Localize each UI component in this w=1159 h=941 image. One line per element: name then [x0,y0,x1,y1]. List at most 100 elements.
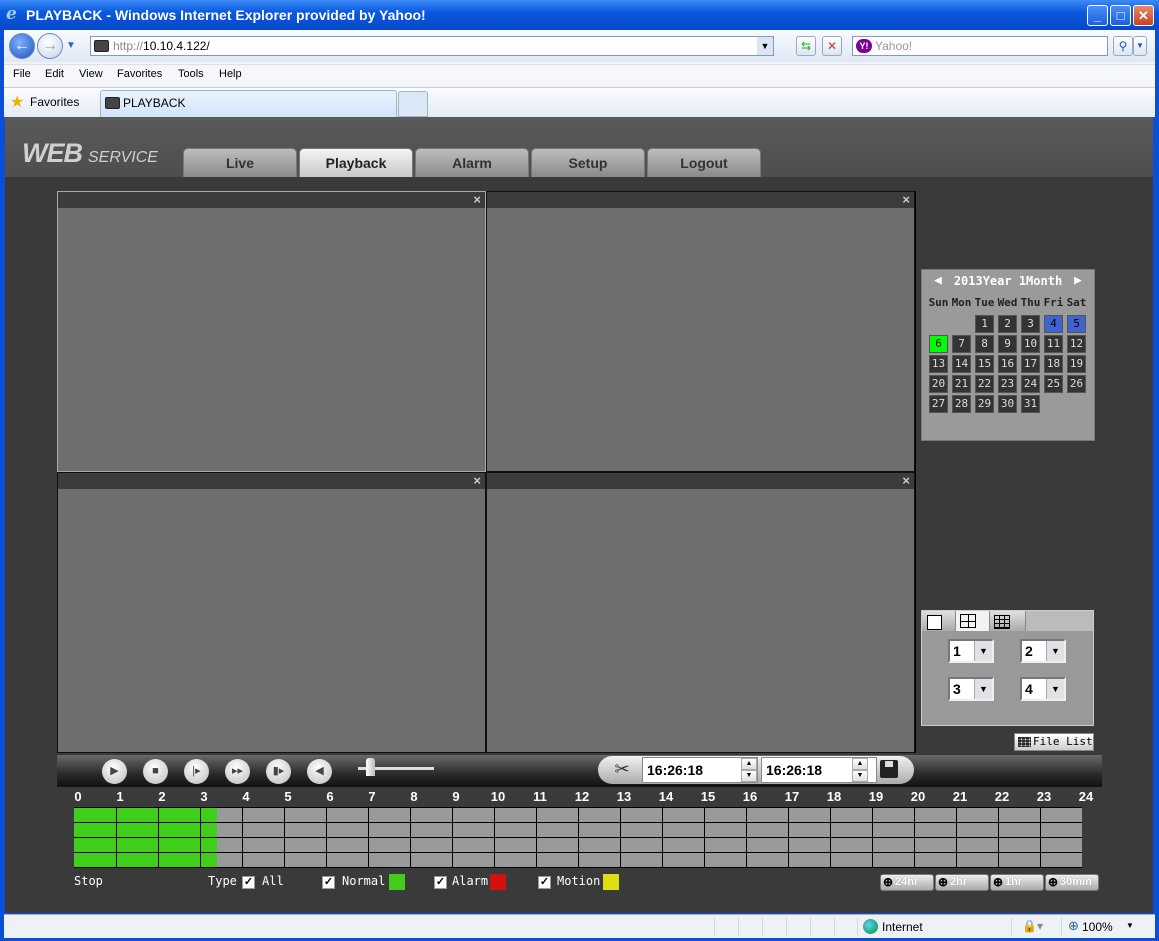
next-month-button[interactable]: ▶ [1074,273,1082,288]
recording-segment[interactable] [74,853,217,867]
volume-slider-handle[interactable] [366,758,375,776]
calendar-day-17[interactable]: 17 [1021,355,1040,373]
calendar-day-16[interactable]: 16 [998,355,1017,373]
filter-alarm-checkbox[interactable]: ✓ [434,876,447,889]
recording-segment[interactable] [74,808,217,822]
filter-all-checkbox[interactable]: ✓ [242,876,255,889]
search-button[interactable]: ⚲ [1113,36,1133,56]
menu-help[interactable]: Help [219,68,242,80]
close-icon[interactable]: × [902,192,910,208]
channel-select-2[interactable]: 2 ▼ [1020,639,1066,663]
timeline-grid[interactable] [74,807,1082,868]
calendar-day-15[interactable]: 15 [975,355,994,373]
calendar-day-18[interactable]: 18 [1044,355,1063,373]
calendar-day-5[interactable]: 5 [1067,315,1086,333]
calendar-day-22[interactable]: 22 [975,375,994,393]
calendar-day-14[interactable]: 14 [952,355,971,373]
filter-motion-checkbox[interactable]: ✓ [538,876,551,889]
calendar-day-4[interactable]: 4 [1044,315,1063,333]
tab-setup[interactable]: Setup [531,148,645,177]
calendar-day-6[interactable]: 6 [929,335,948,353]
end-time-down-button[interactable]: ▼ [852,770,868,782]
calendar-day-3[interactable]: 3 [1021,315,1040,333]
zoom-level[interactable]: 100% [1082,920,1113,934]
calendar-day-29[interactable]: 29 [975,395,994,413]
video-window-3[interactable]: × [57,472,486,753]
favorites-button[interactable]: Favorites [30,95,79,109]
stop-button[interactable]: ■ [143,759,168,784]
tab-alarm[interactable]: Alarm [415,148,529,177]
refresh-button[interactable]: ⇆ [796,36,816,56]
calendar-day-21[interactable]: 21 [952,375,971,393]
timeline-channel-row[interactable] [74,823,1082,837]
browser-tab-playback[interactable]: PLAYBACK [100,90,397,117]
start-time-up-button[interactable]: ▲ [741,758,757,770]
filter-normal-checkbox[interactable]: ✓ [322,876,335,889]
timeline-channel-row[interactable] [74,853,1082,867]
menu-favorites[interactable]: Favorites [117,68,162,80]
calendar-day-2[interactable]: 2 [998,315,1017,333]
tab-live[interactable]: Live [183,148,297,177]
start-time-down-button[interactable]: ▼ [741,770,757,782]
timeline-channel-row[interactable] [74,808,1082,822]
calendar-day-11[interactable]: 11 [1044,335,1063,353]
back-button[interactable]: ← [9,33,35,59]
calendar-day-25[interactable]: 25 [1044,375,1063,393]
forward-button[interactable]: → [37,33,63,59]
calendar-day-28[interactable]: 28 [952,395,971,413]
channel-select-3[interactable]: 3 ▼ [948,677,994,701]
search-options-icon[interactable]: ▼ [1133,36,1147,56]
history-dropdown-icon[interactable]: ▼ [66,40,76,51]
volume-button[interactable]: ◀ [307,759,332,784]
end-time-up-button[interactable]: ▲ [852,758,868,770]
protected-mode-icon[interactable]: 🔒▾ [1022,919,1043,933]
calendar-day-7[interactable]: 7 [952,335,971,353]
close-window-button[interactable]: ✕ [1133,5,1154,26]
fast-play-button[interactable]: ▸▸ [225,759,250,784]
close-icon[interactable]: × [902,473,910,489]
video-window-2[interactable]: × [486,191,915,472]
maximize-button[interactable]: □ [1110,5,1131,26]
menu-tools[interactable]: Tools [178,68,204,80]
calendar-day-19[interactable]: 19 [1067,355,1086,373]
stop-load-button[interactable]: ✕ [822,36,842,56]
zoom-1hr-button[interactable]: 1hr [990,874,1044,891]
menu-view[interactable]: View [79,68,103,80]
play-button[interactable]: ▶ [102,759,127,784]
save-clip-button[interactable] [880,760,898,778]
video-window-4[interactable]: × [486,472,915,753]
calendar-day-30[interactable]: 30 [998,395,1017,413]
channel-select-4[interactable]: 4 ▼ [1020,677,1066,701]
menu-file[interactable]: File [13,68,31,80]
layout-nine-button[interactable] [990,611,1026,631]
tab-logout[interactable]: Logout [647,148,761,177]
zoom-24hr-button[interactable]: 24hr [880,874,934,891]
calendar-day-20[interactable]: 20 [929,375,948,393]
calendar-day-26[interactable]: 26 [1067,375,1086,393]
slow-play-button[interactable]: |▸ [184,759,209,784]
timeline-channel-row[interactable] [74,838,1082,852]
layout-quad-button[interactable] [956,611,990,631]
tab-playback[interactable]: Playback [299,148,413,177]
recording-segment[interactable] [74,823,217,837]
calendar-day-9[interactable]: 9 [998,335,1017,353]
calendar-day-27[interactable]: 27 [929,395,948,413]
close-icon[interactable]: × [473,192,481,208]
calendar-day-1[interactable]: 1 [975,315,994,333]
recording-segment[interactable] [74,838,217,852]
menu-edit[interactable]: Edit [45,68,64,80]
calendar-day-8[interactable]: 8 [975,335,994,353]
layout-single-button[interactable] [922,611,956,631]
next-frame-button[interactable]: ▮▸ [266,759,291,784]
search-input[interactable]: Y! Yahoo! [852,36,1108,56]
calendar-day-24[interactable]: 24 [1021,375,1040,393]
zoom-2hr-button[interactable]: 2hr [935,874,989,891]
calendar-day-10[interactable]: 10 [1021,335,1040,353]
new-tab-button[interactable] [398,91,428,117]
clip-scissors-button[interactable]: ✂ [604,759,640,781]
address-input[interactable]: http://10.10.4.122/ ▼ [90,36,774,56]
minimize-button[interactable]: _ [1087,5,1108,26]
file-list-button[interactable]: File List [1014,733,1094,751]
close-icon[interactable]: × [473,473,481,489]
zoom-dropdown-icon[interactable]: ▼ [1126,921,1134,930]
